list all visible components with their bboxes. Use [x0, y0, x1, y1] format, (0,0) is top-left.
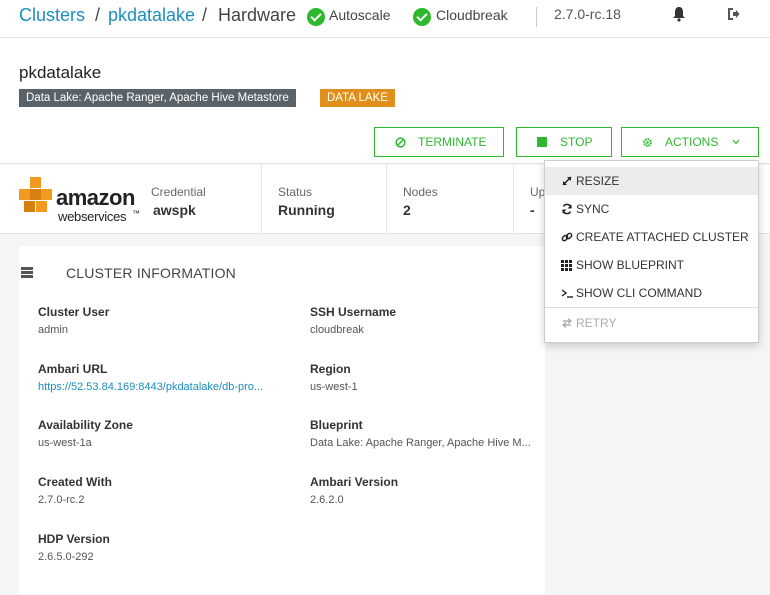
ambari-version-label: Ambari Version: [310, 475, 399, 489]
cluster-user-label: Cluster User: [38, 305, 110, 319]
blueprint-value: Data Lake: Apache Ranger, Apache Hive M.…: [310, 437, 531, 449]
top-bar: Clusters / pkdatalake / Hardware Autosca…: [0, 0, 770, 38]
hdp-version-value: 2.6.5.0-292: [38, 551, 94, 563]
cluster-user-value: admin: [38, 324, 68, 336]
cluster-description-tag: Data Lake: Apache Ranger, Apache Hive Me…: [19, 89, 296, 107]
actions-dropdown-menu: RESIZE SYNC CREATE ATTACHED CLUSTER SHOW…: [544, 160, 759, 343]
menu-item-show-cli-command[interactable]: SHOW CLI COMMAND: [545, 279, 758, 307]
stop-label: STOP: [560, 135, 593, 149]
grid-icon: [561, 260, 572, 271]
menu-item-resize[interactable]: RESIZE: [545, 167, 758, 195]
aws-logo-subtext: webservices: [58, 209, 127, 224]
cluster-information-title: CLUSTER INFORMATION: [66, 265, 236, 281]
terminate-button[interactable]: TERMINATE: [374, 127, 504, 157]
actions-button[interactable]: ACTIONS: [621, 127, 759, 157]
availability-zone-label: Availability Zone: [38, 418, 133, 432]
status-label: Status: [278, 185, 313, 199]
breadcrumb-separator: /: [95, 5, 101, 25]
retry-icon: [561, 317, 573, 329]
resize-icon: [562, 176, 572, 186]
ambari-version-value: 2.6.2.0: [310, 494, 344, 506]
menu-divider: [545, 307, 758, 308]
blueprint-label: Blueprint: [310, 418, 363, 432]
breadcrumb-current: Hardware: [218, 5, 297, 25]
uptime-value: -: [530, 202, 535, 218]
cloudbreak-status: Cloudbreak: [436, 7, 508, 23]
aws-logo: amazon webservices ™: [16, 177, 146, 227]
menu-item-label: RETRY: [576, 316, 617, 330]
divider: [536, 7, 537, 27]
logout-icon[interactable]: [726, 7, 740, 21]
ssh-username-label: SSH Username: [310, 305, 397, 319]
ban-icon: [395, 137, 406, 148]
status-value: Running: [278, 202, 335, 218]
menu-item-retry: RETRY: [545, 309, 758, 337]
menu-item-label: RESIZE: [576, 174, 620, 188]
check-circle-icon: [413, 8, 431, 26]
availability-zone-value: us-west-1a: [38, 437, 92, 449]
ssh-username-value: cloudbreak: [310, 324, 364, 336]
credential-value: awspk: [153, 202, 196, 218]
terminal-icon: [561, 289, 573, 298]
menu-item-label: SHOW CLI COMMAND: [576, 286, 702, 300]
terminate-label: TERMINATE: [418, 135, 487, 149]
link-icon: [561, 232, 573, 242]
created-with-label: Created With: [38, 475, 112, 489]
divider: [386, 165, 387, 234]
nodes-label: Nodes: [403, 185, 438, 199]
cluster-type-badge: DATA LAKE: [320, 89, 395, 107]
divider: [261, 165, 262, 234]
region-label: Region: [310, 362, 351, 376]
menu-item-create-attached-cluster[interactable]: CREATE ATTACHED CLUSTER: [545, 223, 758, 251]
check-circle-icon: [307, 8, 325, 26]
sync-icon: [562, 203, 572, 215]
menu-item-show-blueprint[interactable]: SHOW BLUEPRINT: [545, 251, 758, 279]
ambari-url-link[interactable]: https://52.53.84.169:8443/pkdatalake/db-…: [38, 381, 263, 393]
credential-label: Credential: [151, 185, 206, 199]
breadcrumb-clusters[interactable]: Clusters: [19, 5, 85, 26]
menu-item-label: SHOW BLUEPRINT: [576, 258, 685, 272]
ambari-url-label: Ambari URL: [38, 362, 108, 376]
chevron-down-icon: [732, 139, 740, 145]
created-with-value: 2.7.0-rc.2: [38, 494, 85, 506]
breadcrumb-separator: /: [202, 5, 208, 25]
nodes-value: 2: [403, 202, 411, 218]
server-icon: [21, 267, 33, 278]
stop-icon: [537, 137, 547, 147]
menu-item-label: CREATE ATTACHED CLUSTER: [576, 230, 749, 244]
cluster-header: pkdatalake Data Lake: Apache Ranger, Apa…: [0, 38, 770, 164]
cluster-name: pkdatalake: [19, 63, 102, 82]
region-value: us-west-1: [310, 381, 358, 393]
stop-button[interactable]: STOP: [516, 127, 612, 157]
divider: [513, 165, 514, 234]
version-label: 2.7.0-rc.18: [554, 6, 621, 22]
menu-item-sync[interactable]: SYNC: [545, 195, 758, 223]
breadcrumb-cluster[interactable]: pkdatalake: [108, 5, 195, 26]
autoscale-status: Autoscale: [329, 7, 391, 23]
aws-cubes-icon: [19, 177, 52, 212]
gear-icon: [643, 138, 652, 147]
bell-icon[interactable]: [672, 6, 686, 22]
menu-item-label: SYNC: [576, 202, 610, 216]
actions-label: ACTIONS: [665, 135, 719, 149]
aws-logo-tm: ™: [132, 209, 140, 218]
hdp-version-label: HDP Version: [38, 532, 110, 546]
aws-logo-text: amazon: [56, 185, 135, 210]
